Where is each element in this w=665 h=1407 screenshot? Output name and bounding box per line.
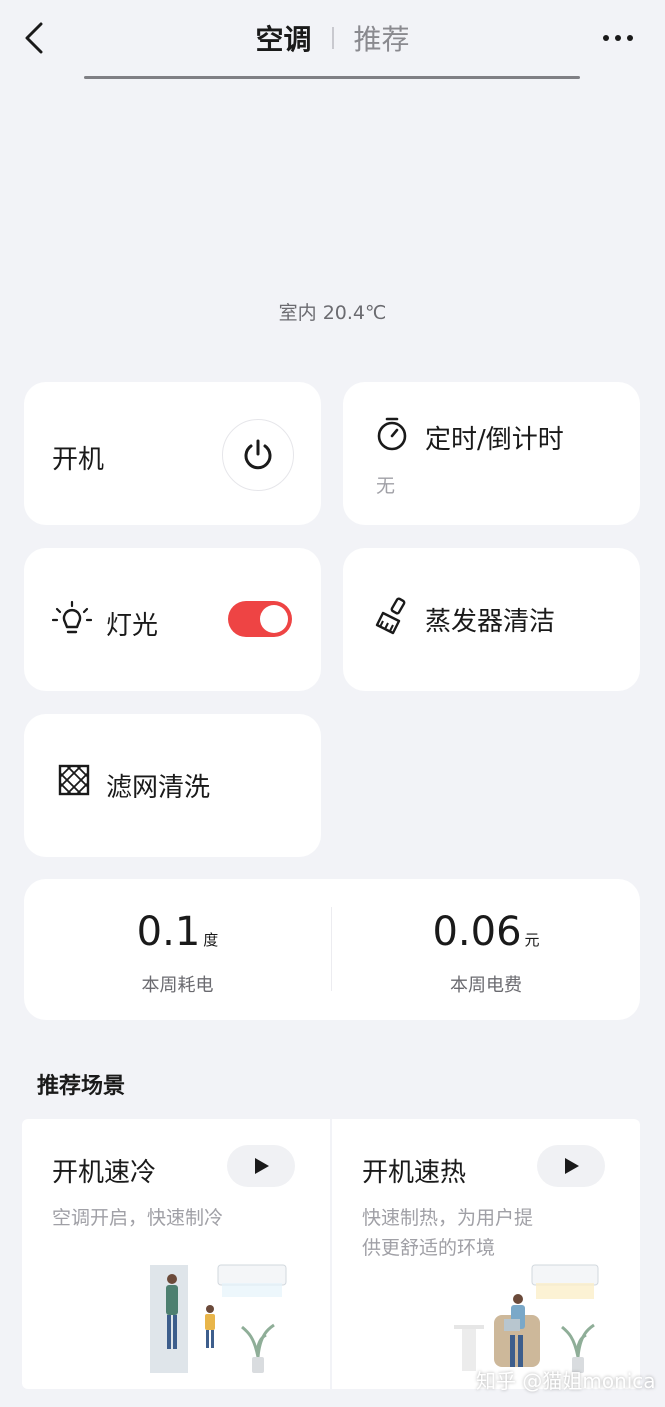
scene-card-cool[interactable]: 开机速冷 空调开启，快速制冷 <box>22 1119 330 1389</box>
indoor-temperature: 室内 20.4℃ <box>278 302 387 324</box>
header-tabs: 空调 推荐 <box>0 18 665 58</box>
cost-unit: 元 <box>524 931 540 949</box>
play-icon <box>565 1158 579 1174</box>
play-icon <box>255 1158 269 1174</box>
cost-value-row: 0.06 元 <box>332 909 640 961</box>
brush-icon <box>375 597 406 635</box>
stopwatch-icon <box>377 417 407 451</box>
timer-value: 无 <box>376 475 396 497</box>
toggle-knob <box>260 605 288 633</box>
tab-divider <box>331 27 334 49</box>
filter-clean-label: 滤网清洗 <box>106 773 211 803</box>
header-divider <box>84 76 580 79</box>
scene-play-button[interactable] <box>537 1145 605 1187</box>
cost-value: 0.06 <box>432 909 522 955</box>
energy-value: 0.1 <box>136 909 201 955</box>
scene-desc-line: 快速制热，为用户提 <box>362 1207 534 1229</box>
evaporator-clean-label: 蒸发器清洁 <box>425 607 556 637</box>
filter-icon <box>58 764 90 796</box>
timer-label: 定时/倒计时 <box>425 425 564 455</box>
light-card: 灯光 <box>24 548 321 691</box>
power-button[interactable] <box>222 419 294 491</box>
filter-clean-card[interactable]: 滤网清洗 <box>24 714 321 857</box>
timer-card[interactable]: 定时/倒计时 无 <box>343 382 640 525</box>
power-icon <box>244 439 272 470</box>
energy-unit: 度 <box>203 931 219 949</box>
bulb-icon <box>52 600 92 634</box>
evaporator-clean-card[interactable]: 蒸发器清洁 <box>343 548 640 691</box>
scene-card-heat[interactable]: 开机速热 快速制热，为用户提 供更舒适的环境 <box>332 1119 640 1389</box>
power-label: 开机 <box>52 445 105 475</box>
energy-caption: 本周耗电 <box>141 975 214 996</box>
light-toggle[interactable] <box>228 601 292 637</box>
scene-title: 开机速冷 <box>52 1158 157 1188</box>
watermark: 知乎 @猫姐monica <box>476 1369 656 1393</box>
scene-description: 快速制热，为用户提 供更舒适的环境 <box>362 1203 533 1263</box>
scenes-container: 开机速冷 空调开启，快速制冷 开机速热 快速制热，为用户提 供更舒适的环境 <box>22 1119 640 1389</box>
light-label: 灯光 <box>106 611 159 641</box>
more-button[interactable] <box>600 26 636 50</box>
scene-play-button[interactable] <box>227 1145 295 1187</box>
cost-caption: 本周电费 <box>450 975 522 996</box>
tab-recommend[interactable]: 推荐 <box>354 18 410 58</box>
scene-title: 开机速热 <box>362 1158 467 1188</box>
power-card: 开机 <box>24 382 321 525</box>
scenes-section-title: 推荐场景 <box>37 1074 126 1099</box>
energy-value-row: 0.1 度 <box>24 909 331 961</box>
energy-stat: 0.1 度 本周耗电 <box>24 909 331 997</box>
scene-desc-line: 空调开启，快速制冷 <box>52 1207 224 1229</box>
scene-description: 空调开启，快速制冷 <box>52 1203 223 1233</box>
energy-stats-card: 0.1 度 本周耗电 0.06 元 本周电费 <box>24 879 640 1020</box>
scene-cool-illustration <box>150 1264 287 1373</box>
tab-aircon[interactable]: 空调 <box>255 18 311 58</box>
cost-stat: 0.06 元 本周电费 <box>332 909 640 997</box>
more-icon <box>603 35 633 41</box>
